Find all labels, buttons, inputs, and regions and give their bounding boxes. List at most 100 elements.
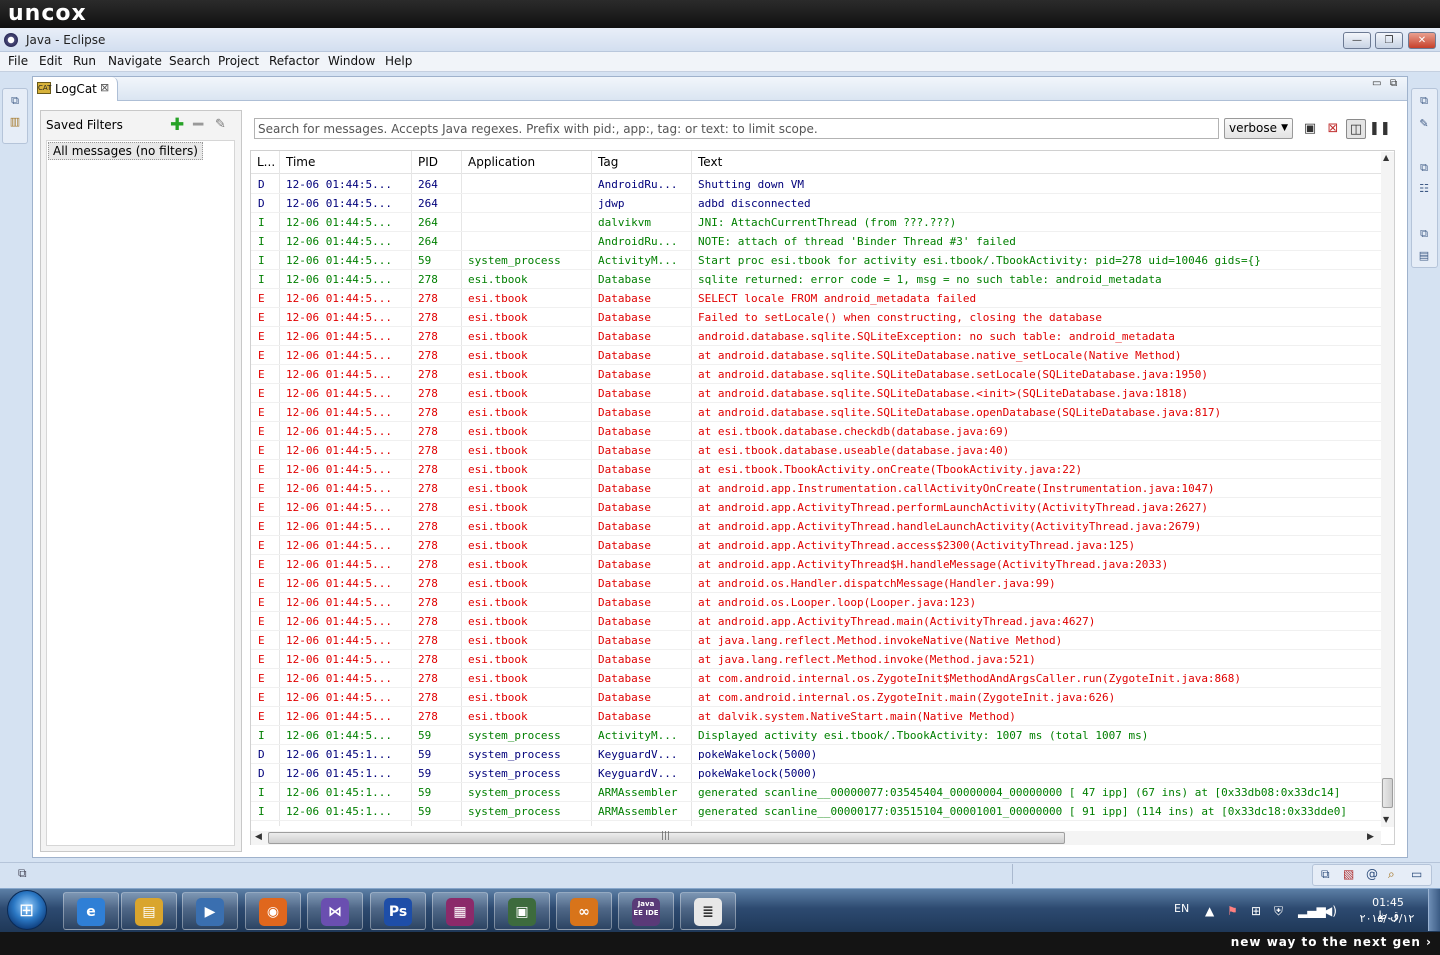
menu-navigate[interactable]: Navigate [108, 54, 162, 68]
table-row[interactable]: E 12-06 01:44:5... 278 esi.tbook Database at … [251, 612, 1381, 631]
vertical-scrollbar[interactable] [1381, 152, 1394, 827]
table-row[interactable]: I 12-06 01:44:5... 264 dalvikvm JNI: AttachC… [251, 213, 1381, 232]
table-row[interactable]: D 12-06 01:45:1... 59 system_process Keyguar… [251, 764, 1381, 783]
restore-icon[interactable]: ⧉ [1418, 162, 1430, 174]
taskbar-app-internet-explorer[interactable]: e [63, 892, 119, 930]
menu-search[interactable]: Search [169, 54, 210, 68]
filter-item-all-messages[interactable]: All messages (no filters) [48, 142, 203, 160]
problems-icon[interactable]: ▧ [1343, 867, 1354, 881]
menu-help[interactable]: Help [385, 54, 412, 68]
log-level-select[interactable]: verbose ▼ [1224, 118, 1293, 139]
network-icon[interactable]: ▂▄▆ [1298, 904, 1326, 918]
table-row[interactable]: E 12-06 01:44:5... 278 esi.tbook Database SEL… [251, 289, 1381, 308]
outline-icon[interactable]: ☷ [1418, 183, 1430, 195]
taskbar-app-link-app[interactable]: ∞ [556, 892, 612, 930]
scroll-down-icon[interactable]: ▼ [1383, 815, 1389, 824]
table-row[interactable]: D 12-06 01:45:1... 59 system_process Keyguar… [251, 745, 1381, 764]
menu-window[interactable]: Window [328, 54, 375, 68]
restore-button[interactable]: ❐ [1375, 32, 1403, 49]
table-row[interactable]: E 12-06 01:44:5... 278 esi.tbook Database Fai… [251, 308, 1381, 327]
table-row[interactable]: E 12-06 01:44:5... 278 esi.tbook Database at … [251, 365, 1381, 384]
declaration-icon[interactable]: ⌕ [1388, 867, 1395, 882]
restore-icon[interactable]: ⧉ [1418, 95, 1430, 107]
table-row[interactable]: I 12-06 01:44:5... 278 esi.tbook Database sql… [251, 270, 1381, 289]
taskbar-app-file-explorer[interactable]: ▤ [121, 892, 177, 930]
tray-clock-date[interactable]: ۲۰۱۵/۰۶/۱۲ [1356, 912, 1418, 925]
menu-file[interactable]: File [8, 54, 28, 68]
maximize-view-icon[interactable]: ⧉ [1390, 78, 1397, 89]
column-pid[interactable]: PID [418, 155, 438, 169]
column-time[interactable]: Time [286, 155, 315, 169]
vertical-scroll-thumb[interactable] [1382, 778, 1393, 808]
table-row[interactable]: I 12-06 01:45:1... 59 system_process ARMAsse… [251, 783, 1381, 802]
table-row[interactable]: E 12-06 01:44:5... 278 esi.tbook Database at … [251, 707, 1381, 726]
table-row[interactable]: E 12-06 01:44:5... 278 esi.tbook Database at … [251, 631, 1381, 650]
toggle-filters-icon[interactable]: ◫ [1346, 119, 1366, 139]
action-center-icon[interactable]: ⚑ [1227, 904, 1238, 918]
restore-icon[interactable]: ⧉ [9, 95, 21, 107]
fast-view-icon[interactable]: ⧉ [18, 866, 27, 881]
table-row[interactable]: I 12-06 01:44:5... 59 system_process Activit… [251, 726, 1381, 745]
table-row[interactable]: D 12-06 01:44:5... 264 jdwp adbd disconnecte… [251, 194, 1381, 213]
taskbar-app-media-player[interactable]: ▶ [182, 892, 238, 930]
volume-icon[interactable]: ◀) [1323, 904, 1337, 918]
add-filter-icon[interactable]: ✚ [170, 115, 184, 135]
table-row[interactable]: E 12-06 01:44:5... 278 esi.tbook Database at … [251, 384, 1381, 403]
table-row[interactable]: E 12-06 01:44:5... 278 esi.tbook Database at … [251, 593, 1381, 612]
restore-icon[interactable]: ⧉ [1321, 867, 1330, 882]
tasks-icon[interactable]: ✎ [1418, 118, 1430, 130]
restore-icon[interactable]: ⧉ [1418, 228, 1430, 240]
scroll-up-icon[interactable]: ▲ [1383, 153, 1389, 162]
table-row[interactable]: E 12-06 01:44:5... 278 esi.tbook Database at … [251, 669, 1381, 688]
table-row[interactable]: E 12-06 01:44:5... 278 esi.tbook Database at … [251, 517, 1381, 536]
taskbar-app-visual-studio[interactable]: ⋈ [307, 892, 363, 930]
console-icon[interactable]: ▤ [1418, 250, 1430, 262]
taskbar-app-eclipse-javaee[interactable]: Java EE IDE [618, 892, 674, 930]
table-row[interactable]: D 12-06 01:44:5... 264 AndroidRu... Shutting… [251, 175, 1381, 194]
clear-log-icon[interactable]: ⊠ [1323, 119, 1343, 139]
column-application[interactable]: Application [468, 155, 535, 169]
table-row[interactable]: E 12-06 01:44:5... 278 esi.tbook Database at … [251, 536, 1381, 555]
close-button[interactable]: ✕ [1408, 32, 1436, 49]
table-row[interactable]: E 12-06 01:44:5... 278 esi.tbook Database at … [251, 460, 1381, 479]
taskbar-app-winrar[interactable]: ▦ [432, 892, 488, 930]
menu-refactor[interactable]: Refactor [269, 54, 319, 68]
table-row[interactable]: E 12-06 01:44:5... 278 esi.tbook Database at … [251, 441, 1381, 460]
table-row[interactable]: E 12-06 01:44:5... 278 esi.tbook Database at … [251, 403, 1381, 422]
edit-filter-icon[interactable]: ✎ [215, 117, 226, 132]
scroll-right-icon[interactable]: ▶ [1367, 832, 1374, 842]
scroll-left-icon[interactable]: ◀ [255, 832, 262, 842]
taskbar-app-photoshop[interactable]: Ps [370, 892, 426, 930]
search-input[interactable] [258, 120, 1208, 137]
table-row[interactable]: E 12-06 01:44:5... 278 esi.tbook Database at … [251, 555, 1381, 574]
remove-filter-icon[interactable]: ━ [193, 115, 203, 135]
column-tag[interactable]: Tag [598, 155, 618, 169]
pause-icon[interactable]: ❚❚ [1369, 119, 1391, 139]
taskbar-app-firefox[interactable]: ◉ [245, 892, 301, 930]
tab-logcat-label[interactable]: LogCat [55, 82, 97, 96]
table-row[interactable]: E 12-06 01:44:5... 278 esi.tbook Database at … [251, 688, 1381, 707]
windows-flag-icon[interactable]: ⊞ [1251, 904, 1261, 918]
table-row[interactable]: E 12-06 01:44:5... 278 esi.tbook Database and… [251, 327, 1381, 346]
tray-expand-icon[interactable]: ▲ [1205, 904, 1214, 918]
table-row[interactable]: E 12-06 01:44:5... 278 esi.tbook Database at … [251, 346, 1381, 365]
table-row[interactable]: E 12-06 01:44:5... 278 esi.tbook Database at … [251, 422, 1381, 441]
column-text[interactable]: Text [698, 155, 722, 169]
table-row[interactable]: E 12-06 01:44:5... 278 esi.tbook Database at … [251, 498, 1381, 517]
menu-run[interactable]: Run [73, 54, 96, 68]
table-row[interactable]: I 12-06 01:45:1... 59 system_process ARMAsse… [251, 802, 1381, 821]
table-row[interactable]: E 12-06 01:44:5... 278 esi.tbook Database at … [251, 574, 1381, 593]
taskbar-app-monitor[interactable]: ▣ [494, 892, 550, 930]
javadoc-icon[interactable]: @ [1366, 867, 1378, 881]
close-icon[interactable]: ⊠ [100, 81, 109, 94]
minimize-button[interactable]: — [1343, 32, 1371, 49]
security-icon[interactable]: ⛨ [1274, 904, 1283, 919]
table-row[interactable]: I 12-06 01:44:5... 264 AndroidRu... NOTE: at… [251, 232, 1381, 251]
tray-language[interactable]: EN [1174, 902, 1189, 915]
column-level[interactable]: L... [257, 155, 275, 169]
show-desktop-button[interactable] [1428, 889, 1440, 931]
table-row[interactable]: E 12-06 01:44:5... 278 esi.tbook Database at … [251, 479, 1381, 498]
menu-project[interactable]: Project [218, 54, 259, 68]
minimize-view-icon[interactable]: ▭ [1372, 78, 1381, 89]
table-row[interactable]: E 12-06 01:44:5... 278 esi.tbook Database at … [251, 650, 1381, 669]
